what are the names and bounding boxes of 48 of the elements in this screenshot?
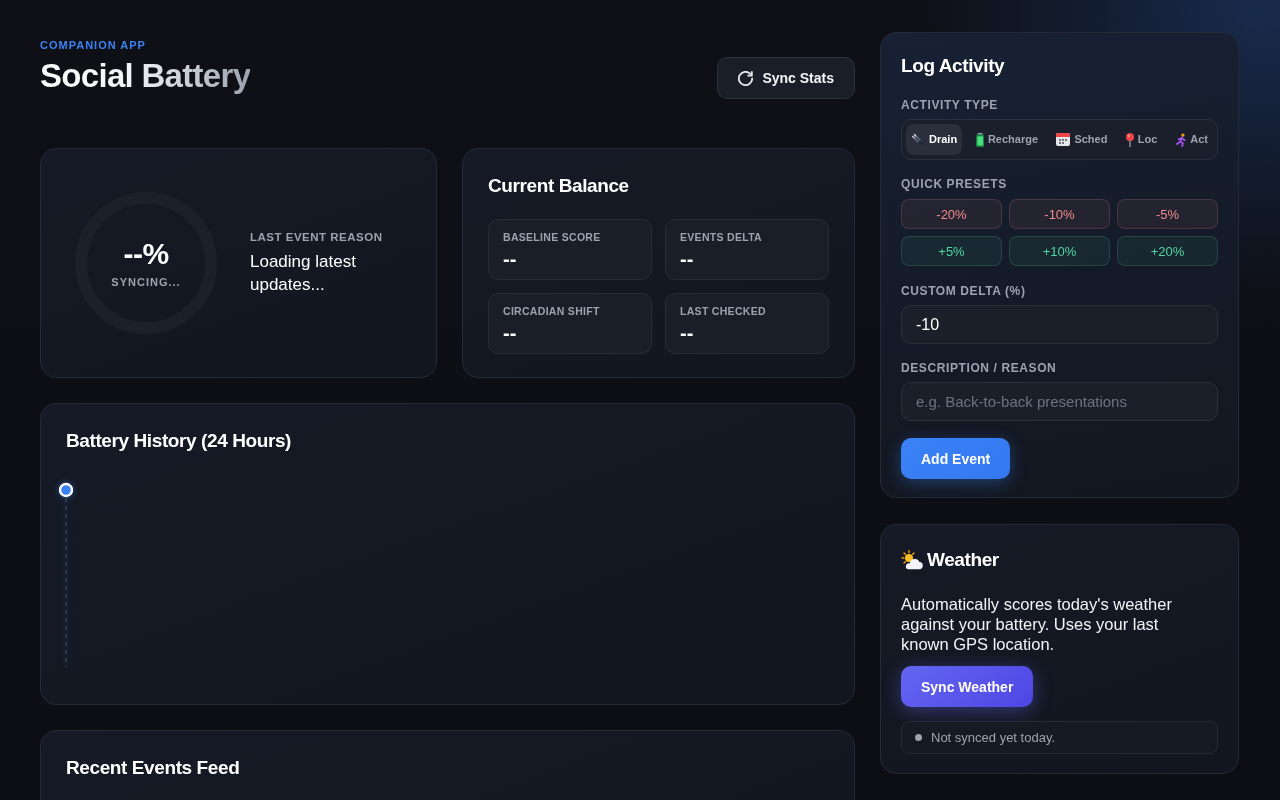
- stat-label: LAST CHECKED: [680, 304, 766, 318]
- stat-value: --: [503, 322, 517, 344]
- card-title: Current Balance: [488, 174, 629, 198]
- runner-icon: [1175, 132, 1187, 147]
- sync-stats-button[interactable]: Sync Stats: [717, 57, 855, 99]
- custom-delta-input[interactable]: -10: [901, 305, 1218, 344]
- reason-label: LAST EVENT REASON: [250, 230, 383, 244]
- stat-value: --: [680, 322, 694, 344]
- description-input[interactable]: e.g. Back-to-back presentations: [901, 382, 1218, 421]
- battery-icon: [975, 132, 984, 147]
- field-label: DESCRIPTION / REASON: [901, 361, 1057, 375]
- plug-icon: [911, 132, 925, 147]
- stat-label: BASELINE SCORE: [503, 230, 601, 244]
- sync-status-text: Not synced yet today.: [931, 730, 1056, 745]
- preset-button[interactable]: -10%: [1009, 199, 1110, 229]
- calendar-icon: [1056, 133, 1071, 146]
- card-title: Weather: [927, 548, 999, 572]
- reason-text: Loading latest updates...: [250, 251, 357, 296]
- activity-type-tab[interactable]: Sched: [1051, 124, 1113, 155]
- preset-button[interactable]: -20%: [901, 199, 1002, 229]
- activity-type-tab[interactable]: Recharge: [970, 124, 1044, 155]
- add-event-button[interactable]: Add Event: [901, 438, 1011, 479]
- stat-label: CIRCADIAN SHIFT: [503, 304, 600, 318]
- sync-weather-button[interactable]: Sync Weather: [901, 666, 1034, 707]
- refresh-icon: [738, 70, 754, 86]
- weather-description: Automatically scores today's weather against your battery. Uses your last known GPS location.: [901, 594, 1173, 654]
- card-title: Recent Events Feed: [66, 756, 240, 780]
- stat-label: EVENTS DELTA: [680, 230, 762, 244]
- activity-type-tab[interactable]: Act: [1170, 124, 1213, 155]
- field-label: ACTIVITY TYPE: [901, 98, 998, 112]
- card-title: Log Activity: [901, 54, 1005, 78]
- preset-button[interactable]: +10%: [1009, 236, 1110, 266]
- preset-button[interactable]: +5%: [901, 236, 1002, 266]
- field-label: CUSTOM DELTA (%): [901, 284, 1026, 298]
- stat-value: --: [503, 248, 517, 270]
- sun-cloud-icon: [901, 550, 923, 570]
- battery-percentage: --%: [123, 237, 169, 271]
- pin-icon: [1125, 132, 1134, 147]
- field-label: QUICK PRESETS: [901, 177, 1007, 191]
- activity-type-tab[interactable]: Drain: [906, 124, 963, 155]
- card-title: Battery History (24 Hours): [66, 429, 292, 453]
- status-dot-icon: [915, 734, 922, 741]
- preset-button[interactable]: -5%: [1117, 199, 1218, 229]
- activity-type-tab[interactable]: Loc: [1120, 124, 1163, 155]
- preset-button[interactable]: +20%: [1117, 236, 1218, 266]
- app-eyebrow: COMPANION APP: [40, 38, 146, 52]
- stat-value: --: [680, 248, 694, 270]
- sync-status-label: SYNCING...: [111, 275, 181, 289]
